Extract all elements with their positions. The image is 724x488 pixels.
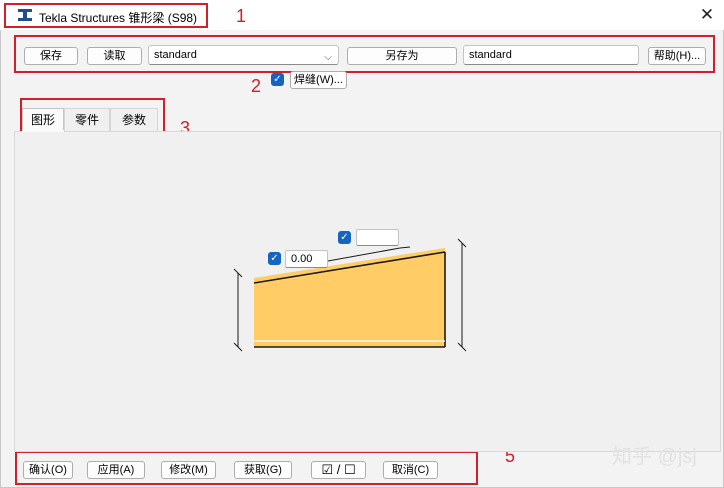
tab-parameters[interactable]: 参数 [110,108,158,132]
offset-input[interactable]: 0.00 [285,250,328,268]
tab-parts[interactable]: 零件 [64,108,110,132]
chevron-down-icon: ⌵ [324,52,332,63]
preset-select[interactable]: standard ⌵ [148,45,339,65]
top-value-checkbox[interactable]: ✓ [338,231,351,244]
tab-parts-label: 零件 [74,113,99,127]
toggle-selection-button[interactable]: ☑ / ☐ [311,461,366,479]
callout-box-title [4,3,208,28]
save-as-name-input[interactable]: standard [463,45,639,65]
top-value-input[interactable] [356,229,399,246]
callout-number-1: 1 [236,6,247,26]
apply-button[interactable]: 应用(A) [87,461,145,479]
offset-leader-line-2 [399,246,411,249]
help-button[interactable]: 帮助(H)... [648,47,706,65]
watermark-text: 知乎 @jsj [612,446,697,468]
tab-active-underline [22,130,64,132]
load-button[interactable]: 读取 [87,47,142,65]
offset-checkbox[interactable]: ✓ [268,252,281,265]
preset-select-value: standard [154,49,197,61]
uncheck-all-icon: ☐ [343,462,356,477]
weld-button[interactable]: 焊缝(W)... [290,71,347,89]
weld-checkbox[interactable]: ✓ [271,73,284,86]
close-icon[interactable]: ✕ [696,4,718,26]
ok-button[interactable]: 确认(O) [23,461,73,479]
cancel-button[interactable]: 取消(C) [383,461,438,479]
save-button[interactable]: 保存 [24,47,78,65]
callout-number-2: 2 [251,76,262,96]
check-all-icon: ☑ [321,462,334,477]
toggle-slash: / [336,462,341,477]
get-button[interactable]: 获取(G) [234,461,292,479]
tab-parameters-label: 参数 [121,113,146,127]
save-as-button[interactable]: 另存为 [347,47,457,65]
beam-profile-fill [254,248,445,347]
modify-button[interactable]: 修改(M) [161,461,216,479]
tab-graphics-label: 图形 [30,113,55,127]
